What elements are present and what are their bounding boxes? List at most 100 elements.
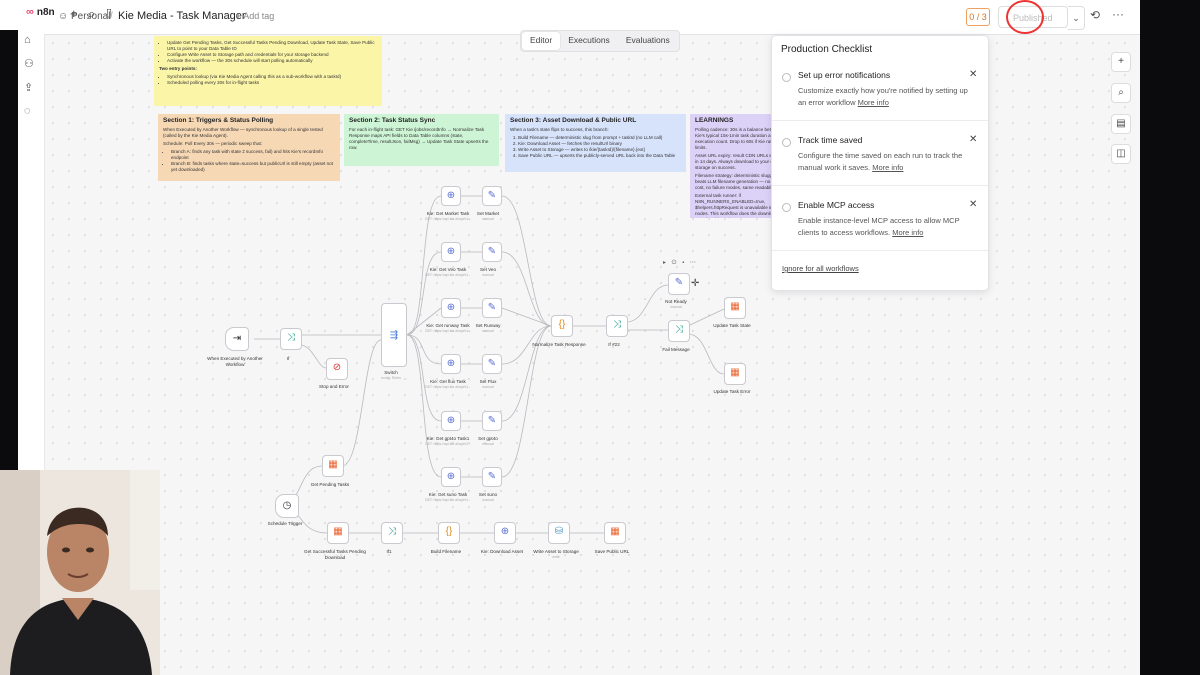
- search-nodes-button[interactable]: ⌕: [1111, 83, 1131, 103]
- node-set-gpt4o[interactable]: ✎: [482, 411, 502, 431]
- checklist-item-title: Enable MCP access: [798, 200, 875, 210]
- add-node-button[interactable]: +: [1111, 52, 1131, 72]
- node-set-runway[interactable]: ✎: [482, 298, 502, 318]
- edit-icon: ✎: [487, 358, 497, 369]
- checklist-item[interactable]: Enable MCP access ✕ Enable instance-leve…: [772, 198, 988, 251]
- globe-icon: ⊕: [446, 302, 456, 313]
- add-node-plus-icon[interactable]: ✛: [691, 278, 699, 289]
- node-update-task-error[interactable]: ▦: [724, 363, 746, 385]
- node-label: If #22: [608, 342, 620, 347]
- node-if-22[interactable]: ⤨: [606, 315, 628, 337]
- edit-icon: ✎: [487, 471, 497, 482]
- checklist-radio-icon[interactable]: [782, 138, 791, 147]
- node-set-veo[interactable]: ✎: [482, 242, 502, 262]
- globe-icon: ⊕: [446, 190, 456, 201]
- arrow-in-icon: ⇥: [232, 333, 242, 344]
- node-hover-toolbar[interactable]: ▸ ⏻ ▪ ⋯: [663, 259, 698, 267]
- node-kie-get-market[interactable]: ⊕: [441, 186, 461, 206]
- node-write-asset-to-storage[interactable]: ⛁: [548, 522, 570, 544]
- edit-icon: ✎: [674, 277, 684, 288]
- node-set-market[interactable]: ✎: [482, 186, 502, 206]
- node-label: If: [286, 356, 290, 361]
- node-switch[interactable]: ⇶: [381, 303, 407, 367]
- node-label: Set suno manual: [478, 492, 498, 502]
- node-label: Update Task Error: [713, 389, 751, 394]
- edit-icon: ✎: [487, 302, 497, 313]
- search-icon: ⌕: [1118, 87, 1124, 98]
- node-kie-get-veo[interactable]: ⊕: [441, 242, 461, 262]
- node-update-task-state[interactable]: ▦: [724, 297, 746, 319]
- connection: [687, 333, 725, 375]
- node-label: Fail Message: [662, 347, 690, 352]
- edit-icon: ✎: [487, 415, 497, 426]
- note-icon: ▤: [1116, 118, 1126, 129]
- globe-icon: ⊕: [446, 358, 456, 369]
- table-icon: ▦: [333, 526, 343, 537]
- globe-icon: ⊕: [446, 415, 456, 426]
- node-fail-message[interactable]: ⤨: [668, 320, 690, 342]
- storage-icon: ⛁: [554, 526, 564, 537]
- node-set-suno[interactable]: ✎: [482, 467, 502, 487]
- node-normalize-task-response[interactable]: {}: [551, 315, 573, 337]
- node-label: Not Ready manual: [665, 299, 687, 309]
- node-if1[interactable]: ⤨: [381, 522, 403, 544]
- node-label: Get Pending Tasks: [310, 482, 350, 487]
- edit-icon: ✎: [487, 246, 497, 257]
- node-get-pending-tasks[interactable]: ▦: [322, 455, 344, 477]
- node-if[interactable]: ⤨: [280, 328, 302, 350]
- presenter-video-image: [0, 470, 160, 675]
- globe-icon: ⊕: [446, 246, 456, 257]
- node-kie-download-asset[interactable]: ⊕: [494, 522, 516, 544]
- more-info-link[interactable]: More info: [858, 98, 889, 107]
- node-set-flux[interactable]: ✎: [482, 354, 502, 374]
- checklist-radio-icon[interactable]: [782, 73, 791, 82]
- connection: [341, 339, 382, 467]
- node-label: Stop and Error: [319, 384, 349, 389]
- checklist-item-title: Set up error notifications: [798, 70, 891, 80]
- node-not-ready[interactable]: ✎: [668, 273, 690, 295]
- node-kie-get-suno[interactable]: ⊕: [441, 467, 461, 487]
- screen-frame-right: [1140, 0, 1200, 675]
- switch-icon: ⇶: [389, 330, 399, 341]
- production-checklist-panel: Production Checklist Set up error notifi…: [771, 35, 989, 291]
- node-stop-and-error[interactable]: ⊘: [326, 358, 348, 380]
- node-kie-get-gpt4o[interactable]: ⊕: [441, 411, 461, 431]
- node-label: Set gpt4o manual: [478, 436, 498, 446]
- node-kie-get-runway[interactable]: ⊕: [441, 298, 461, 318]
- node-label: Set Runway manual: [475, 323, 501, 333]
- branch-icon: ⤨: [287, 332, 295, 343]
- n8n-app: ∞ n8n + ⌕ ▯ ☺ Personal / Kie Media - Task…: [18, 0, 1140, 675]
- node-label: Set Veo manual: [479, 267, 497, 277]
- dismiss-icon[interactable]: ✕: [969, 134, 977, 145]
- dismiss-icon[interactable]: ✕: [969, 69, 977, 80]
- connection: [406, 334, 442, 365]
- add-sticky-button[interactable]: ▤: [1111, 114, 1131, 134]
- connection: [501, 251, 552, 327]
- node-execute-workflow-trigger[interactable]: ⇥: [225, 327, 249, 351]
- table-icon: ▦: [610, 526, 620, 537]
- code-icon: {}: [445, 526, 453, 537]
- checklist-radio-icon[interactable]: [782, 203, 791, 212]
- toggle-panel-button[interactable]: ◫: [1111, 144, 1131, 164]
- node-label: Set Market manual: [476, 211, 500, 221]
- checklist-item[interactable]: Track time saved ✕ Configure the time sa…: [772, 133, 988, 186]
- checklist-item-description: Configure the time saved on each run to …: [798, 151, 963, 172]
- table-icon: ▦: [328, 459, 338, 470]
- node-schedule-trigger[interactable]: ◷: [275, 494, 299, 518]
- checklist-item-description: Enable instance-level MCP access to allo…: [798, 216, 960, 237]
- more-info-link[interactable]: More info: [892, 228, 923, 237]
- dismiss-icon[interactable]: ✕: [969, 199, 977, 210]
- more-info-link[interactable]: More info: [872, 163, 903, 172]
- node-kie-get-flux[interactable]: ⊕: [441, 354, 461, 374]
- ignore-all-link[interactable]: Ignore for all workflows: [782, 264, 859, 273]
- node-build-filename[interactable]: {}: [438, 522, 460, 544]
- code-icon: {}: [558, 319, 566, 330]
- branch-icon: ⤨: [613, 319, 621, 330]
- node-label: Save Public URL: [594, 549, 630, 554]
- node-get-successful-tasks[interactable]: ▦: [327, 522, 349, 544]
- checklist-item[interactable]: Set up error notifications ✕ Customize e…: [772, 68, 988, 121]
- node-label: Set Flux manual: [479, 379, 497, 389]
- plus-icon: +: [1118, 56, 1124, 67]
- checklist-title: Production Checklist: [781, 44, 873, 55]
- node-save-public-url[interactable]: ▦: [604, 522, 626, 544]
